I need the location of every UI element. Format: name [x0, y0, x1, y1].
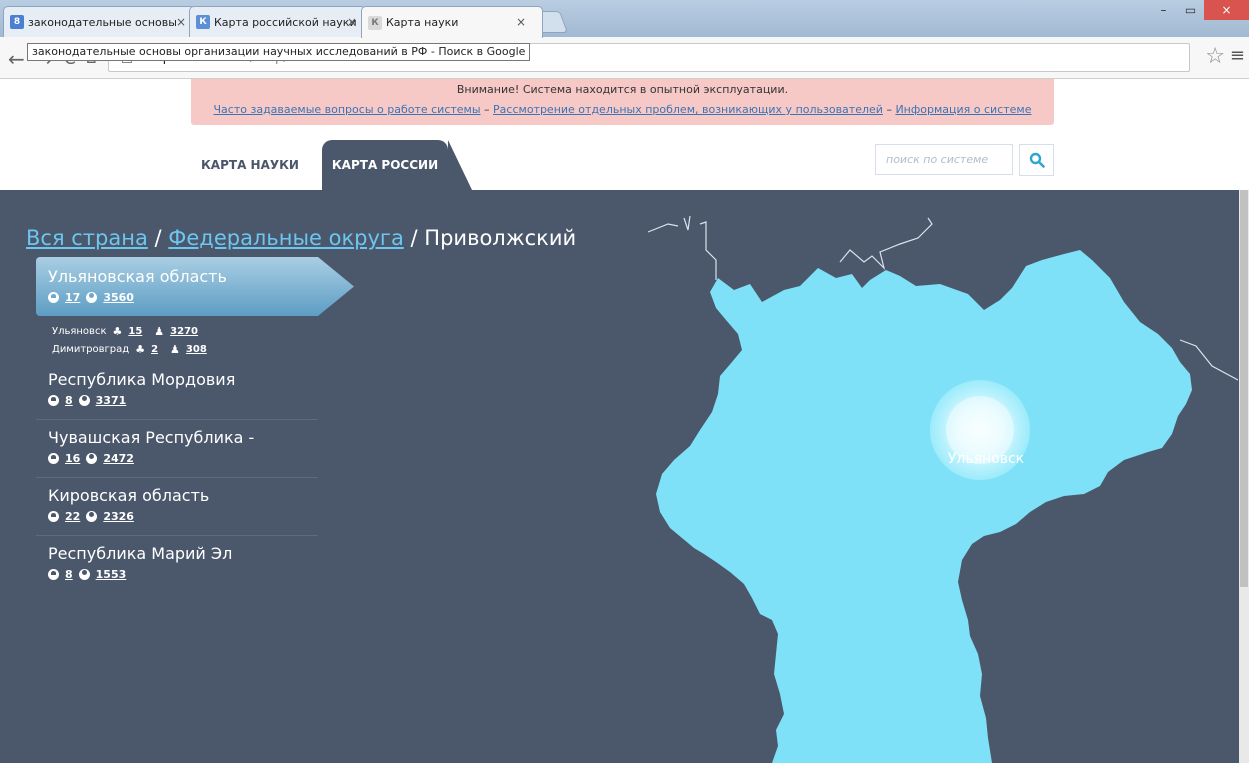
scientists-count[interactable]: 3560: [103, 291, 134, 304]
window-close-icon[interactable]: ×: [1204, 0, 1249, 20]
tab-russia-map[interactable]: КАРТА РОССИИ: [322, 140, 472, 190]
warning-links: Часто задаваемые вопросы о работе систем…: [191, 103, 1054, 116]
region-item-ulyanovsk[interactable]: Ульяновская область 17 3560: [36, 257, 354, 316]
warning-title: Внимание! Система находится в опытной эк…: [456, 83, 789, 96]
building-icon: ♣: [112, 324, 123, 338]
window-controls: – ▭ ×: [1150, 0, 1249, 20]
region-shape[interactable]: [656, 250, 1192, 763]
search-button[interactable]: [1019, 144, 1054, 176]
region-stats: 22 2326: [48, 510, 318, 523]
map-area: Ульяновск Вся страна / Федеральные округ…: [0, 190, 1249, 763]
region-list: Ульяновская область 17 3560 Ульяновск ♣ …: [36, 257, 354, 593]
organization-icon: [48, 292, 59, 303]
organizations-count[interactable]: 8: [65, 568, 73, 581]
organizations-count[interactable]: 15: [128, 326, 142, 337]
separator: –: [484, 103, 490, 116]
organization-icon: [48, 511, 59, 522]
system-info-link[interactable]: Информация о системе: [895, 103, 1031, 116]
site-header: Внимание! Система находится в опытной эк…: [0, 79, 1249, 190]
page-scrollbar[interactable]: [1239, 190, 1249, 763]
trial-warning-banner: Внимание! Система находится в опытной эк…: [191, 79, 1054, 125]
google-favicon-icon: 8: [10, 15, 24, 29]
breadcrumb-separator: /: [410, 226, 418, 250]
region-item-mari-el[interactable]: Республика Марий Эл 8 1553: [36, 536, 318, 593]
organizations-count[interactable]: 22: [65, 510, 80, 523]
bookmark-star-icon[interactable]: ☆: [1205, 44, 1225, 69]
city-label: Ульяновск: [948, 451, 1024, 467]
person-icon: ♟: [170, 342, 180, 356]
organizations-count[interactable]: 17: [65, 291, 80, 304]
person-icon: [78, 569, 90, 580]
breadcrumb-districts-link[interactable]: Федеральные округа: [168, 226, 404, 250]
tab-close-icon[interactable]: ×: [516, 15, 526, 29]
scientists-count[interactable]: 3371: [96, 394, 127, 407]
scientists-count[interactable]: 308: [186, 344, 207, 355]
tab-close-icon[interactable]: ×: [347, 15, 357, 29]
hover-tooltip: законодательные основы организации научн…: [27, 43, 531, 61]
region-name[interactable]: Чувашская Республика -: [48, 428, 318, 447]
breadcrumb-country-link[interactable]: Вся страна: [26, 226, 148, 250]
region-stats: 8 1553: [48, 568, 318, 581]
person-icon: [78, 395, 90, 406]
maximize-icon[interactable]: ▭: [1177, 0, 1204, 20]
scientists-count[interactable]: 1553: [96, 568, 127, 581]
person-icon: [86, 453, 98, 464]
region-name[interactable]: Республика Мордовия: [48, 370, 318, 389]
river-line: [647, 215, 717, 280]
region-name[interactable]: Ульяновская область: [48, 267, 354, 286]
scientists-count[interactable]: 2326: [103, 510, 134, 523]
city-item-dimitrovgrad[interactable]: Димитровград ♣ 2 ♟ 308: [52, 340, 354, 358]
browser-chrome: 8 законодательные основы × К Карта росси…: [0, 0, 1249, 79]
tab-strip: 8 законодательные основы × К Карта росси…: [0, 0, 1249, 38]
tab-label: Карта российской науки: [214, 15, 357, 29]
organization-icon: [48, 395, 59, 406]
minimize-icon[interactable]: –: [1150, 0, 1177, 20]
region-stats: 16 2472: [48, 452, 318, 465]
region-stats: 17 3560: [48, 291, 354, 304]
separator: –: [886, 103, 892, 116]
city-item-ulyanovsk[interactable]: Ульяновск ♣ 15 ♟ 3270: [52, 322, 354, 340]
city-list: Ульяновск ♣ 15 ♟ 3270 Димитровград ♣ 2 ♟…: [36, 316, 354, 362]
organizations-count[interactable]: 16: [65, 452, 80, 465]
person-icon: [86, 292, 98, 303]
building-icon: ♣: [135, 342, 146, 356]
search-icon: [1029, 152, 1045, 168]
browser-menu-icon[interactable]: ≡: [1230, 45, 1245, 66]
person-icon: [86, 511, 98, 522]
region-name[interactable]: Республика Марий Эл: [48, 544, 318, 563]
search-input[interactable]: [875, 144, 1013, 175]
tab-close-icon[interactable]: ×: [176, 15, 186, 29]
city-name[interactable]: Димитровград: [52, 344, 129, 355]
site-favicon-icon: К: [368, 15, 382, 30]
site-favicon-icon: К: [196, 15, 210, 29]
tab-science-map[interactable]: КАРТА НАУКИ: [191, 140, 309, 190]
breadcrumb-separator: /: [154, 226, 162, 250]
person-icon: ♟: [154, 324, 165, 338]
scientists-count[interactable]: 3270: [170, 326, 198, 337]
user-problems-link[interactable]: Рассмотрение отдельных проблем, возникаю…: [493, 103, 883, 116]
city-name[interactable]: Ульяновск: [52, 326, 106, 337]
region-item-kirov[interactable]: Кировская область 22 2326: [36, 478, 318, 536]
organization-icon: [48, 453, 59, 464]
organization-icon: [48, 569, 59, 580]
region-item-mordovia[interactable]: Республика Мордовия 8 3371: [36, 362, 318, 420]
region-item-chuvashia[interactable]: Чувашская Республика - 16 2472: [36, 420, 318, 478]
breadcrumb-current: Приволжский: [424, 226, 577, 250]
tab-label: законодательные основы: [28, 15, 177, 29]
scrollbar-thumb[interactable]: [1240, 190, 1248, 587]
organizations-count[interactable]: 2: [151, 344, 158, 355]
back-icon[interactable]: ←: [8, 47, 25, 71]
browser-tab-russian-science[interactable]: К Карта российской науки ×: [189, 6, 366, 37]
region-stats: 8 3371: [48, 394, 318, 407]
breadcrumb: Вся страна / Федеральные округа / Привол…: [26, 226, 576, 250]
browser-tab-science-map[interactable]: К Карта науки ×: [361, 6, 543, 38]
organizations-count[interactable]: 8: [65, 394, 73, 407]
browser-tab-google[interactable]: 8 законодательные основы ×: [3, 6, 195, 37]
region-name[interactable]: Кировская область: [48, 486, 318, 505]
river-line: [839, 217, 933, 270]
scientists-count[interactable]: 2472: [103, 452, 134, 465]
faq-link[interactable]: Часто задаваемые вопросы о работе систем…: [214, 103, 481, 116]
